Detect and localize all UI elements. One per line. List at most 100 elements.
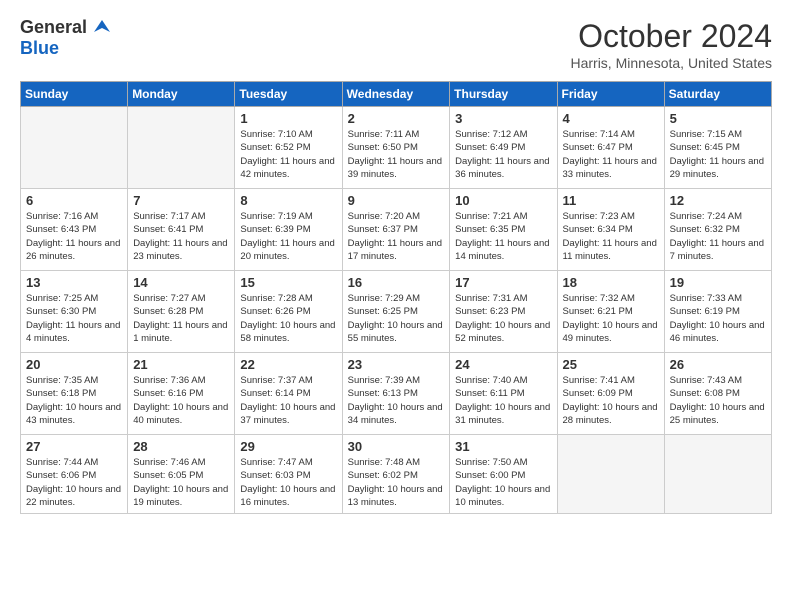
calendar: SundayMondayTuesdayWednesdayThursdayFrid… xyxy=(20,81,772,514)
day-info: Sunrise: 7:46 AMSunset: 6:05 PMDaylight:… xyxy=(133,456,229,509)
day-number: 29 xyxy=(240,439,336,454)
calendar-cell: 25 Sunrise: 7:41 AMSunset: 6:09 PMDayligh… xyxy=(557,353,664,435)
day-info: Sunrise: 7:37 AMSunset: 6:14 PMDaylight:… xyxy=(240,374,336,427)
week-row-3: 13Sunrise: 7:25 AMSunset: 6:30 PMDayligh… xyxy=(21,271,772,353)
day-number: 14 xyxy=(133,275,229,290)
calendar-cell: 14 Sunrise: 7:27 AMSunset: 6:28 PMDayligh… xyxy=(128,271,235,353)
week-row-4: 20 Sunrise: 7:35 AMSunset: 6:18 PMDayligh… xyxy=(21,353,772,435)
day-number: 22 xyxy=(240,357,336,372)
day-number: 25 xyxy=(563,357,659,372)
calendar-cell xyxy=(128,107,235,189)
calendar-cell: 19 Sunrise: 7:33 AMSunset: 6:19 PMDayligh… xyxy=(664,271,771,353)
calendar-cell: 13Sunrise: 7:25 AMSunset: 6:30 PMDayligh… xyxy=(21,271,128,353)
week-row-2: 6 Sunrise: 7:16 AMSunset: 6:43 PMDaylight… xyxy=(21,189,772,271)
calendar-cell: 23 Sunrise: 7:39 AMSunset: 6:13 PMDayligh… xyxy=(342,353,450,435)
calendar-cell: 28Sunrise: 7:46 AMSunset: 6:05 PMDayligh… xyxy=(128,435,235,514)
day-info: Sunrise: 7:19 AMSunset: 6:39 PMDaylight:… xyxy=(240,210,336,263)
calendar-cell: 7 Sunrise: 7:17 AMSunset: 6:41 PMDaylight… xyxy=(128,189,235,271)
month-title: October 2024 xyxy=(570,18,772,55)
weekday-header-friday: Friday xyxy=(557,82,664,107)
day-info: Sunrise: 7:21 AMSunset: 6:35 PMDaylight:… xyxy=(455,210,551,263)
day-number: 6 xyxy=(26,193,122,208)
day-number: 20 xyxy=(26,357,122,372)
calendar-cell: 26 Sunrise: 7:43 AMSunset: 6:08 PMDayligh… xyxy=(664,353,771,435)
day-info: Sunrise: 7:41 AMSunset: 6:09 PMDaylight:… xyxy=(563,374,659,427)
day-info: Sunrise: 7:50 AMSunset: 6:00 PMDaylight:… xyxy=(455,456,551,509)
location: Harris, Minnesota, United States xyxy=(570,55,772,71)
day-info: Sunrise: 7:14 AMSunset: 6:47 PMDaylight:… xyxy=(563,128,659,181)
day-info: Sunrise: 7:33 AMSunset: 6:19 PMDaylight:… xyxy=(670,292,766,345)
day-info: Sunrise: 7:40 AMSunset: 6:11 PMDaylight:… xyxy=(455,374,551,427)
calendar-cell: 9 Sunrise: 7:20 AMSunset: 6:37 PMDaylight… xyxy=(342,189,450,271)
day-info: Sunrise: 7:17 AMSunset: 6:41 PMDaylight:… xyxy=(133,210,229,263)
day-info: Sunrise: 7:36 AMSunset: 6:16 PMDaylight:… xyxy=(133,374,229,427)
day-info: Sunrise: 7:31 AMSunset: 6:23 PMDaylight:… xyxy=(455,292,551,345)
weekday-header-thursday: Thursday xyxy=(450,82,557,107)
day-number: 1 xyxy=(240,111,336,126)
day-number: 23 xyxy=(348,357,445,372)
day-number: 31 xyxy=(455,439,551,454)
day-info: Sunrise: 7:32 AMSunset: 6:21 PMDaylight:… xyxy=(563,292,659,345)
weekday-header-monday: Monday xyxy=(128,82,235,107)
day-number: 16 xyxy=(348,275,445,290)
calendar-cell: 29 Sunrise: 7:47 AMSunset: 6:03 PMDayligh… xyxy=(235,435,342,514)
day-info: Sunrise: 7:27 AMSunset: 6:28 PMDaylight:… xyxy=(133,292,229,345)
calendar-cell xyxy=(557,435,664,514)
calendar-cell: 31 Sunrise: 7:50 AMSunset: 6:00 PMDayligh… xyxy=(450,435,557,514)
day-info: Sunrise: 7:44 AMSunset: 6:06 PMDaylight:… xyxy=(26,456,122,509)
day-info: Sunrise: 7:11 AMSunset: 6:50 PMDaylight:… xyxy=(348,128,445,181)
weekday-header-sunday: Sunday xyxy=(21,82,128,107)
calendar-cell: 30 Sunrise: 7:48 AMSunset: 6:02 PMDayligh… xyxy=(342,435,450,514)
day-info: Sunrise: 7:39 AMSunset: 6:13 PMDaylight:… xyxy=(348,374,445,427)
calendar-cell: 18Sunrise: 7:32 AMSunset: 6:21 PMDayligh… xyxy=(557,271,664,353)
day-number: 24 xyxy=(455,357,551,372)
day-number: 9 xyxy=(348,193,445,208)
calendar-cell: 10 Sunrise: 7:21 AMSunset: 6:35 PMDayligh… xyxy=(450,189,557,271)
calendar-cell: 16Sunrise: 7:29 AMSunset: 6:25 PMDayligh… xyxy=(342,271,450,353)
day-info: Sunrise: 7:47 AMSunset: 6:03 PMDaylight:… xyxy=(240,456,336,509)
day-info: Sunrise: 7:35 AMSunset: 6:18 PMDaylight:… xyxy=(26,374,122,427)
day-info: Sunrise: 7:43 AMSunset: 6:08 PMDaylight:… xyxy=(670,374,766,427)
calendar-cell: 8 Sunrise: 7:19 AMSunset: 6:39 PMDaylight… xyxy=(235,189,342,271)
logo-blue-text: Blue xyxy=(20,38,59,58)
day-info: Sunrise: 7:10 AMSunset: 6:52 PMDaylight:… xyxy=(240,128,336,181)
day-number: 21 xyxy=(133,357,229,372)
day-number: 5 xyxy=(670,111,766,126)
day-number: 15 xyxy=(240,275,336,290)
day-info: Sunrise: 7:48 AMSunset: 6:02 PMDaylight:… xyxy=(348,456,445,509)
day-number: 19 xyxy=(670,275,766,290)
calendar-cell: 20 Sunrise: 7:35 AMSunset: 6:18 PMDayligh… xyxy=(21,353,128,435)
day-info: Sunrise: 7:20 AMSunset: 6:37 PMDaylight:… xyxy=(348,210,445,263)
day-number: 10 xyxy=(455,193,551,208)
calendar-cell: 3Sunrise: 7:12 AMSunset: 6:49 PMDaylight… xyxy=(450,107,557,189)
day-number: 3 xyxy=(455,111,551,126)
day-info: Sunrise: 7:24 AMSunset: 6:32 PMDaylight:… xyxy=(670,210,766,263)
title-area: October 2024 Harris, Minnesota, United S… xyxy=(570,18,772,71)
day-number: 30 xyxy=(348,439,445,454)
calendar-cell: 4 Sunrise: 7:14 AMSunset: 6:47 PMDaylight… xyxy=(557,107,664,189)
logo-general-text: General xyxy=(20,17,87,37)
calendar-cell: 1 Sunrise: 7:10 AMSunset: 6:52 PMDaylight… xyxy=(235,107,342,189)
day-info: Sunrise: 7:25 AMSunset: 6:30 PMDaylight:… xyxy=(26,292,122,345)
day-number: 7 xyxy=(133,193,229,208)
weekday-header-row: SundayMondayTuesdayWednesdayThursdayFrid… xyxy=(21,82,772,107)
weekday-header-tuesday: Tuesday xyxy=(235,82,342,107)
day-info: Sunrise: 7:23 AMSunset: 6:34 PMDaylight:… xyxy=(563,210,659,263)
day-info: Sunrise: 7:16 AMSunset: 6:43 PMDaylight:… xyxy=(26,210,122,263)
day-number: 17 xyxy=(455,275,551,290)
calendar-cell: 21 Sunrise: 7:36 AMSunset: 6:16 PMDayligh… xyxy=(128,353,235,435)
day-number: 8 xyxy=(240,193,336,208)
calendar-cell: 11Sunrise: 7:23 AMSunset: 6:34 PMDayligh… xyxy=(557,189,664,271)
calendar-cell: 17 Sunrise: 7:31 AMSunset: 6:23 PMDayligh… xyxy=(450,271,557,353)
day-number: 4 xyxy=(563,111,659,126)
calendar-cell: 24 Sunrise: 7:40 AMSunset: 6:11 PMDayligh… xyxy=(450,353,557,435)
weekday-header-saturday: Saturday xyxy=(664,82,771,107)
calendar-cell: 22 Sunrise: 7:37 AMSunset: 6:14 PMDayligh… xyxy=(235,353,342,435)
calendar-cell: 6 Sunrise: 7:16 AMSunset: 6:43 PMDaylight… xyxy=(21,189,128,271)
day-info: Sunrise: 7:28 AMSunset: 6:26 PMDaylight:… xyxy=(240,292,336,345)
calendar-cell: 5Sunrise: 7:15 AMSunset: 6:45 PMDaylight… xyxy=(664,107,771,189)
logo: General Blue xyxy=(20,18,110,59)
calendar-cell: 2Sunrise: 7:11 AMSunset: 6:50 PMDaylight… xyxy=(342,107,450,189)
logo-bird-icon xyxy=(94,18,110,34)
day-number: 26 xyxy=(670,357,766,372)
